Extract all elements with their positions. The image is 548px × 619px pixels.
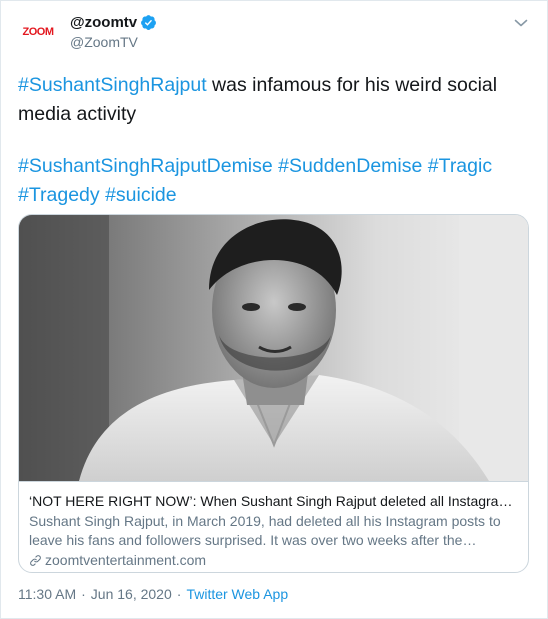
tweet-text: #SushantSinghRajput was infamous for his… [18, 71, 527, 210]
hashtag-link[interactable]: #Tragic [428, 155, 492, 177]
author-names: @zoomtv @ZoomTV [70, 13, 157, 50]
avatar[interactable]: ZOOM [18, 12, 58, 52]
display-name[interactable]: @zoomtv [70, 14, 137, 31]
link-icon [30, 555, 41, 566]
handle[interactable]: @ZoomTV [70, 34, 157, 50]
card-domain[interactable]: zoomtventertainment.com [29, 551, 516, 570]
chevron-down-icon[interactable] [512, 14, 530, 32]
hashtag-link[interactable]: #suicide [105, 184, 177, 206]
tweet-time[interactable]: 11:30 AM [18, 586, 76, 602]
tweet-hashtags: #SushantSinghRajputDemise #SuddenDemise … [18, 152, 527, 210]
verified-badge-icon [141, 15, 157, 30]
card-meta[interactable]: ‘NOT HERE RIGHT NOW’: When Sushant Singh… [19, 481, 528, 572]
tweet-source[interactable]: Twitter Web App [186, 586, 288, 602]
card-domain-text: zoomtventertainment.com [45, 552, 207, 568]
tweet: ZOOM @zoomtv @ZoomTV #SushantSinghRajput… [0, 0, 548, 619]
hashtag-link[interactable]: #SuddenDemise [278, 155, 422, 177]
card-title[interactable]: ‘NOT HERE RIGHT NOW’: When Sushant Singh… [29, 492, 516, 511]
hashtag-link[interactable]: #SushantSinghRajput [18, 74, 207, 96]
tweet-header: ZOOM @zoomtv @ZoomTV [18, 12, 530, 52]
tweet-line-1: #SushantSinghRajput was infamous for his… [18, 71, 527, 129]
tweet-date[interactable]: Jun 16, 2020 [91, 586, 172, 602]
zoom-logo: ZOOM [22, 26, 55, 38]
portrait-photo [19, 215, 528, 481]
card-description: Sushant Singh Rajput, in March 2019, had… [29, 513, 501, 548]
separator: · [176, 586, 182, 602]
card-image[interactable] [19, 215, 528, 481]
separator: · [81, 586, 86, 602]
name-row: @zoomtv [70, 13, 157, 32]
hashtag-link[interactable]: #Tragedy [18, 184, 100, 206]
hashtag-link[interactable]: #SushantSinghRajputDemise [18, 155, 273, 177]
link-preview-card[interactable]: ‘NOT HERE RIGHT NOW’: When Sushant Singh… [18, 214, 529, 573]
tweet-footer: 11:30 AM · Jun 16, 2020 · Twitter Web Ap… [18, 586, 288, 602]
